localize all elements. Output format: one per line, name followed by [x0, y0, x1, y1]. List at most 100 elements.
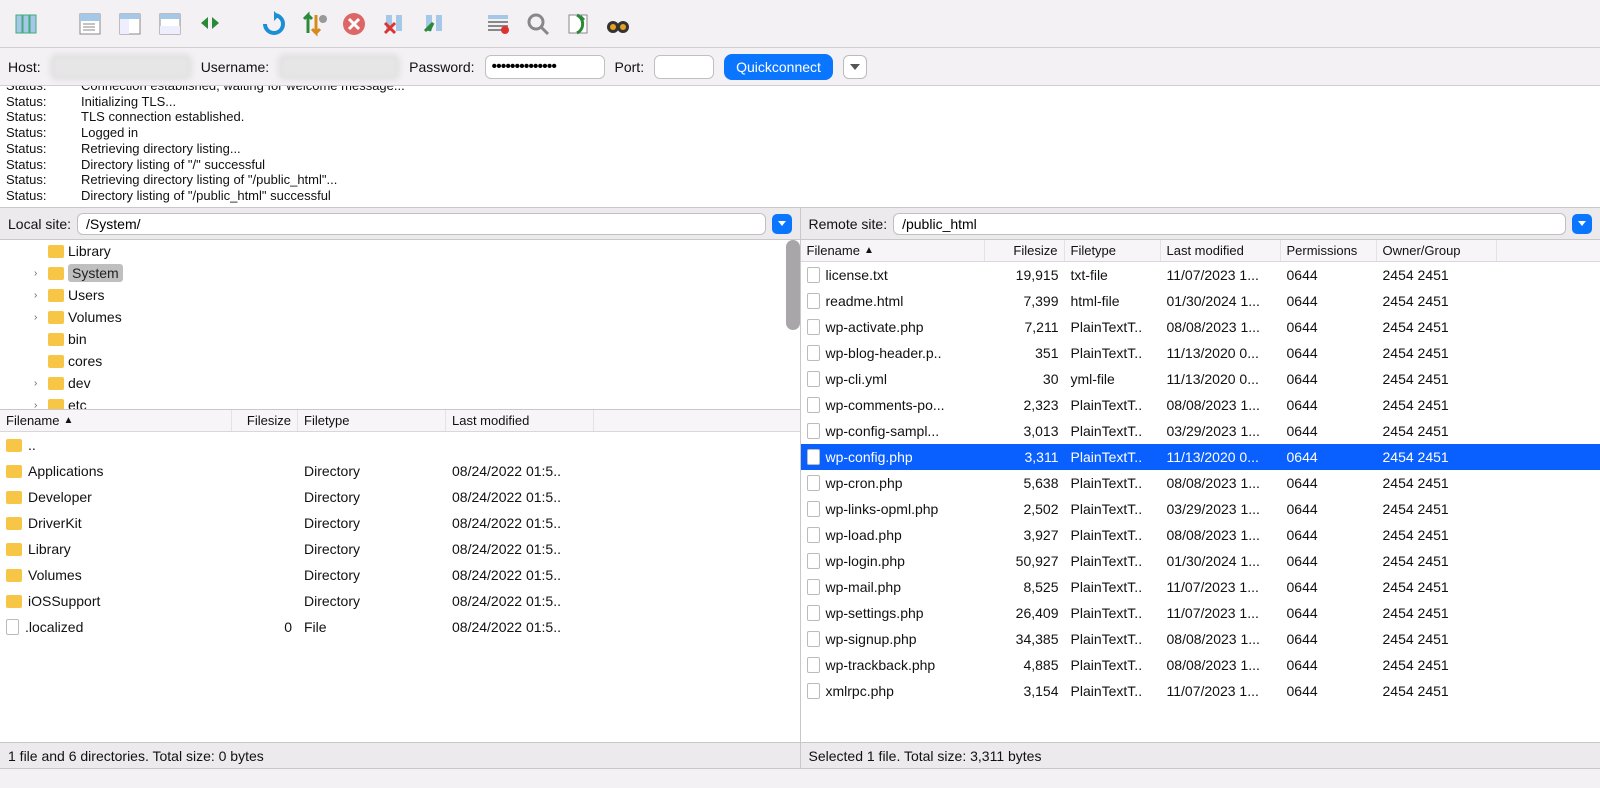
sitemanager-icon[interactable]: [8, 6, 44, 42]
list-item[interactable]: wp-signup.php34,385PlainTextT..08/08/202…: [801, 626, 1600, 652]
local-status-bar: 1 file and 6 directories. Total size: 0 …: [0, 742, 800, 768]
port-input[interactable]: [654, 55, 714, 79]
list-item[interactable]: wp-mail.php8,525PlainTextT..11/07/2023 1…: [801, 574, 1600, 600]
col-filetype[interactable]: Filetype: [298, 410, 446, 431]
remote-path-input[interactable]: [893, 213, 1566, 235]
file-icon: [807, 657, 820, 673]
col-filesize[interactable]: Filesize: [232, 410, 298, 431]
col-filesize[interactable]: Filesize: [985, 240, 1065, 261]
search-icon[interactable]: [520, 6, 556, 42]
local-site-bar: Local site:: [0, 208, 800, 240]
file-icon: [807, 605, 820, 621]
file-icon: [807, 449, 820, 465]
process-queue-icon[interactable]: [296, 6, 332, 42]
tree-item[interactable]: ›System: [0, 262, 800, 284]
local-tree[interactable]: Library›System›Users›Volumesbincores›dev…: [0, 240, 800, 410]
list-item[interactable]: .localized0File08/24/2022 01:5..: [0, 614, 800, 640]
filter-icon[interactable]: [480, 6, 516, 42]
list-item[interactable]: wp-cli.yml30yml-file11/13/2020 0...06442…: [801, 366, 1600, 392]
folder-icon: [48, 311, 64, 324]
list-item[interactable]: ..: [0, 432, 800, 458]
log-line: Status:Retrieving directory listing...: [6, 141, 1594, 157]
log-line: Status:Directory listing of "/" successf…: [6, 157, 1594, 173]
list-item[interactable]: DeveloperDirectory08/24/2022 01:5..: [0, 484, 800, 510]
list-item[interactable]: wp-load.php3,927PlainTextT..08/08/2023 1…: [801, 522, 1600, 548]
local-site-label: Local site:: [8, 216, 71, 232]
col-permissions[interactable]: Permissions: [1281, 240, 1377, 261]
remote-file-list[interactable]: license.txt19,915txt-file11/07/2023 1...…: [801, 262, 1600, 742]
list-item[interactable]: wp-trackback.php4,885PlainTextT..08/08/2…: [801, 652, 1600, 678]
log-line: Status:Initializing TLS...: [6, 94, 1594, 110]
tree-item[interactable]: ›Volumes: [0, 306, 800, 328]
tree-item[interactable]: cores: [0, 350, 800, 372]
list-item[interactable]: license.txt19,915txt-file11/07/2023 1...…: [801, 262, 1600, 288]
message-log[interactable]: Status:Connection established, waiting f…: [0, 86, 1600, 208]
main-toolbar: [0, 0, 1600, 48]
local-path-input[interactable]: [77, 213, 765, 235]
list-item[interactable]: xmlrpc.php3,154PlainTextT..11/07/2023 1.…: [801, 678, 1600, 704]
list-item[interactable]: wp-settings.php26,409PlainTextT..11/07/2…: [801, 600, 1600, 626]
list-item[interactable]: wp-blog-header.p..351PlainTextT..11/13/2…: [801, 340, 1600, 366]
file-icon: [807, 397, 820, 413]
local-pane: Local site: Library›System›Users›Volumes…: [0, 208, 801, 768]
col-owner[interactable]: Owner/Group: [1377, 240, 1497, 261]
log-line: Status:Directory listing of "/public_htm…: [6, 188, 1594, 204]
list-item[interactable]: wp-config.php3,311PlainTextT..11/13/2020…: [801, 444, 1600, 470]
password-input[interactable]: [485, 55, 605, 79]
reconnect-icon[interactable]: [416, 6, 452, 42]
folder-icon: [48, 377, 64, 390]
disconnect-icon[interactable]: [376, 6, 412, 42]
col-filetype[interactable]: Filetype: [1065, 240, 1161, 261]
folder-icon: [48, 267, 64, 280]
tree-item[interactable]: bin: [0, 328, 800, 350]
sort-asc-icon: ▲: [864, 245, 874, 256]
remote-status-bar: Selected 1 file. Total size: 3,311 bytes: [801, 742, 1600, 768]
sync-browse-icon[interactable]: [192, 6, 228, 42]
local-file-list[interactable]: ..ApplicationsDirectory08/24/2022 01:5..…: [0, 432, 800, 742]
col-modified[interactable]: Last modified: [446, 410, 594, 431]
folder-icon: [6, 595, 22, 608]
list-item[interactable]: DriverKitDirectory08/24/2022 01:5..: [0, 510, 800, 536]
list-item[interactable]: VolumesDirectory08/24/2022 01:5..: [0, 562, 800, 588]
folder-icon: [48, 289, 64, 302]
tree-item[interactable]: ›dev: [0, 372, 800, 394]
local-path-dropdown[interactable]: [772, 214, 792, 234]
list-item[interactable]: iOSSupportDirectory08/24/2022 01:5..: [0, 588, 800, 614]
list-item[interactable]: wp-links-opml.php2,502PlainTextT..03/29/…: [801, 496, 1600, 522]
local-list-header: Filename ▲ Filesize Filetype Last modifi…: [0, 410, 800, 432]
port-label: Port:: [615, 59, 645, 75]
list-item[interactable]: ApplicationsDirectory08/24/2022 01:5..: [0, 458, 800, 484]
remote-path-dropdown[interactable]: [1572, 214, 1592, 234]
list-item[interactable]: wp-cron.php5,638PlainTextT..08/08/2023 1…: [801, 470, 1600, 496]
quickconnect-button[interactable]: Quickconnect: [724, 54, 833, 80]
list-item[interactable]: readme.html7,399html-file01/30/2024 1...…: [801, 288, 1600, 314]
list-item[interactable]: wp-comments-po...2,323PlainTextT..08/08/…: [801, 392, 1600, 418]
list-item[interactable]: wp-config-sampl...3,013PlainTextT..03/29…: [801, 418, 1600, 444]
username-input[interactable]: [279, 55, 399, 79]
tree-item[interactable]: ›Users: [0, 284, 800, 306]
quickconnect-dropdown[interactable]: [843, 55, 867, 79]
folder-icon: [6, 543, 22, 556]
col-modified[interactable]: Last modified: [1161, 240, 1281, 261]
toggle-log-icon[interactable]: [72, 6, 108, 42]
tree-item[interactable]: ›etc: [0, 394, 800, 410]
compare-icon[interactable]: [560, 6, 596, 42]
binoculars-icon[interactable]: [600, 6, 636, 42]
folder-icon: [48, 333, 64, 346]
list-item[interactable]: LibraryDirectory08/24/2022 01:5..: [0, 536, 800, 562]
scrollbar-thumb[interactable]: [786, 240, 800, 330]
list-item[interactable]: wp-activate.php7,211PlainTextT..08/08/20…: [801, 314, 1600, 340]
toggle-tree-icon[interactable]: [112, 6, 148, 42]
col-filename[interactable]: Filename ▲: [0, 410, 232, 431]
cancel-icon[interactable]: [336, 6, 372, 42]
list-item[interactable]: wp-login.php50,927PlainTextT..01/30/2024…: [801, 548, 1600, 574]
file-icon: [807, 267, 820, 283]
tree-item[interactable]: Library: [0, 240, 800, 262]
refresh-icon[interactable]: [256, 6, 292, 42]
col-filename[interactable]: Filename ▲: [801, 240, 985, 261]
file-icon: [807, 501, 820, 517]
host-input[interactable]: [51, 55, 191, 79]
folder-icon: [48, 399, 64, 411]
remote-pane: Remote site: Filename ▲ Filesize Filetyp…: [801, 208, 1600, 768]
toggle-queue-icon[interactable]: [152, 6, 188, 42]
